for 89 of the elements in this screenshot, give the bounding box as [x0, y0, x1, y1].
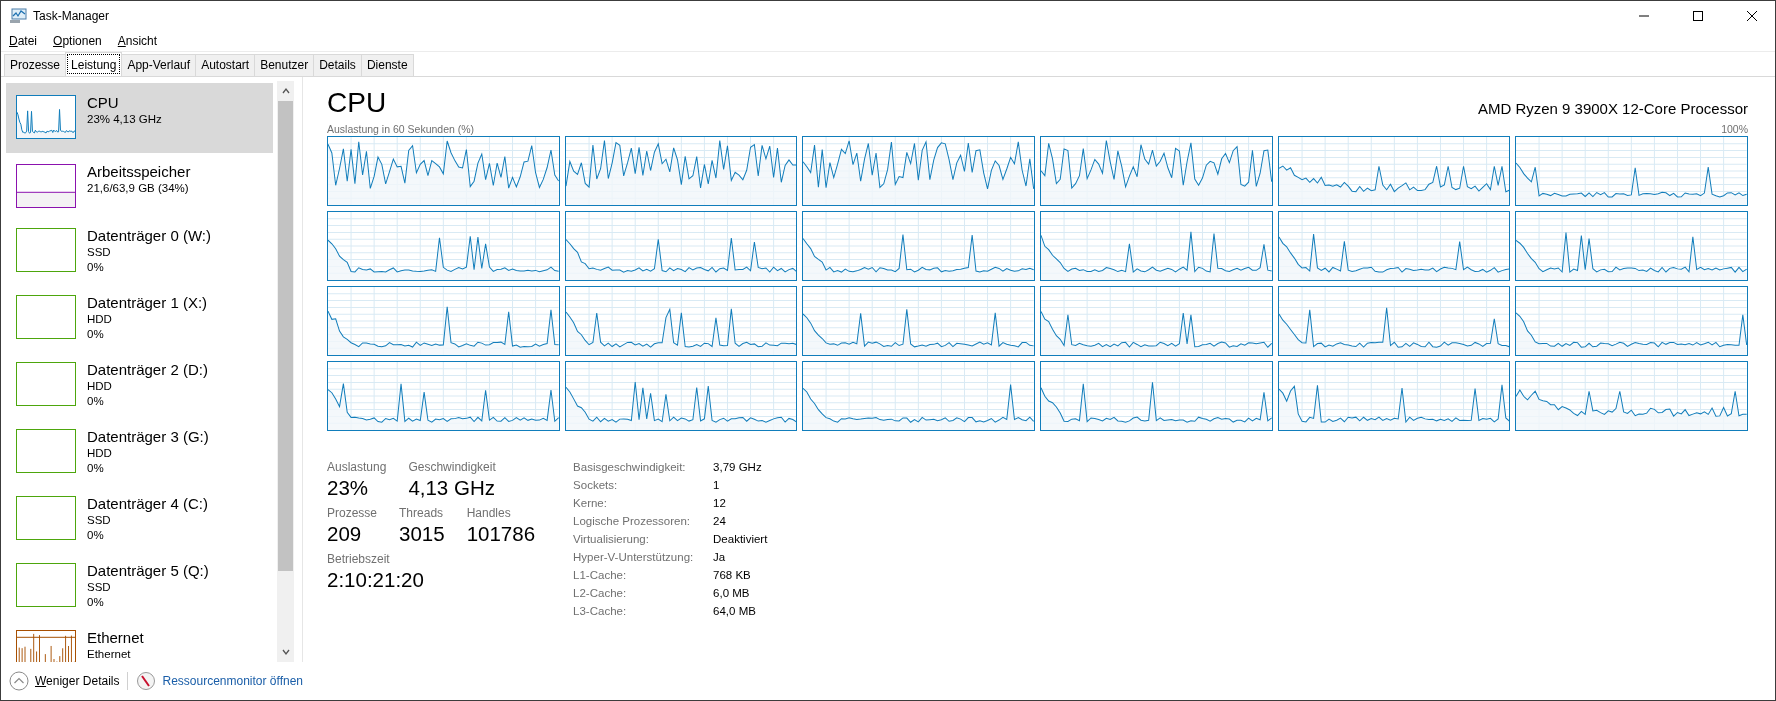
- sidebar-item[interactable]: Datenträger 0 (W:) SSD 0%: [6, 217, 273, 284]
- device-detail: 0%: [87, 260, 105, 275]
- detail-label: L3-Cache:: [573, 604, 628, 619]
- tab[interactable]: Autostart: [195, 54, 256, 76]
- tab[interactable]: Details: [313, 54, 362, 76]
- detail-label: L1-Cache:: [573, 568, 628, 583]
- tab[interactable]: Leistung: [65, 52, 123, 76]
- scrollbar[interactable]: [277, 81, 294, 662]
- device-detail: 0%: [87, 595, 105, 610]
- collapse-icon[interactable]: [9, 671, 29, 691]
- graph-caption: Auslastung in 60 Sekunden (%): [327, 123, 475, 135]
- detail-value: 64,0 MB: [713, 604, 757, 619]
- detail-value: 24: [713, 514, 727, 529]
- device-detail: HDD: [87, 446, 113, 461]
- detail-label: L2-Cache:: [573, 586, 628, 601]
- scroll-up-icon[interactable]: [280, 87, 291, 95]
- detail-value: Ja: [713, 550, 727, 565]
- tab[interactable]: App-Verlauf: [121, 54, 197, 76]
- task-manager-icon: [9, 8, 27, 24]
- stat-value: 23%: [327, 475, 370, 501]
- sidebar-item[interactable]: Datenträger 2 (D:) HDD 0%: [6, 351, 273, 418]
- stat-label: Auslastung: [327, 459, 387, 475]
- device-detail: 0%: [87, 394, 105, 409]
- detail-value: 1: [713, 478, 721, 493]
- sidebar-item[interactable]: Arbeitsspeicher 21,6/63,9 GB (34%): [6, 153, 273, 217]
- detail-value: 3,79 GHz: [713, 460, 763, 475]
- tab[interactable]: Dienste: [360, 54, 414, 76]
- device-detail: 21,6/63,9 GB (34%): [87, 181, 190, 196]
- device-name: Ethernet: [87, 628, 144, 647]
- detail-label: Virtualisierung:: [573, 532, 650, 547]
- stat-label: Handles: [466, 505, 512, 521]
- device-name: Datenträger 4 (C:): [87, 494, 208, 513]
- close-icon[interactable]: [1746, 10, 1758, 22]
- detail-label: Kerne:: [573, 496, 608, 511]
- window-title: Task-Manager: [33, 9, 110, 23]
- sidebar-item[interactable]: Datenträger 5 (Q:) SSD 0%: [6, 552, 273, 619]
- menu-item[interactable]: Ansicht: [117, 34, 158, 48]
- maximize-icon[interactable]: [1692, 10, 1704, 22]
- sidebar-item[interactable]: Datenträger 1 (X:) HDD 0%: [6, 284, 273, 351]
- scrollbar-thumb[interactable]: [278, 101, 293, 571]
- device-detail: SSD: [87, 245, 112, 260]
- device-name: CPU: [87, 93, 120, 112]
- detail-value: 768 KB: [713, 568, 752, 583]
- device-name: Datenträger 0 (W:): [87, 226, 211, 245]
- stat-value: 2:10:21:20: [327, 567, 424, 593]
- menu-item[interactable]: Datei: [9, 34, 38, 48]
- device-detail: 0%: [87, 461, 105, 476]
- stat-label: Prozesse: [327, 505, 378, 521]
- device-name: Datenträger 2 (D:): [87, 360, 208, 379]
- device-detail: SSD: [87, 580, 112, 595]
- scroll-down-icon[interactable]: [280, 648, 291, 656]
- sidebar-item[interactable]: Datenträger 4 (C:) SSD 0%: [6, 485, 273, 552]
- device-name: Arbeitsspeicher: [87, 162, 191, 181]
- device-name: Datenträger 5 (Q:): [87, 561, 209, 580]
- detail-label: Logische Prozessoren:: [573, 514, 692, 529]
- device-detail: 0%: [87, 327, 105, 342]
- stat-label: Betriebszeit: [327, 551, 391, 567]
- menu-item[interactable]: Optionen: [53, 34, 102, 48]
- stat-value: 101786: [466, 521, 536, 547]
- device-detail: 0%: [87, 528, 105, 543]
- device-detail: Ethernet: [87, 647, 132, 662]
- device-name: Datenträger 1 (X:): [87, 293, 208, 312]
- page-heading: CPU: [327, 87, 387, 119]
- device-name: Datenträger 3 (G:): [87, 427, 209, 446]
- device-detail: SSD: [87, 513, 112, 528]
- resource-monitor-link[interactable]: Ressourcenmonitor öffnen: [162, 674, 303, 688]
- detail-label: Sockets:: [573, 478, 619, 493]
- device-detail: 23% 4,13 GHz: [87, 112, 162, 127]
- gauge-icon: [136, 671, 157, 691]
- sidebar-item[interactable]: CPU 23% 4,13 GHz: [6, 83, 273, 153]
- sidebar-item[interactable]: Ethernet Ethernet: [6, 619, 273, 662]
- stat-value: 209: [327, 521, 363, 547]
- detail-value: 6,0 MB: [713, 586, 751, 601]
- tab[interactable]: Benutzer: [254, 54, 315, 76]
- detail-value: Deaktiviert: [713, 532, 768, 547]
- detail-label: Basisgeschwindigkeit:: [573, 460, 687, 475]
- device-detail: HDD: [87, 379, 113, 394]
- fewer-details-link[interactable]: Weniger Details: [35, 674, 120, 688]
- stat-value: 4,13 GHz: [408, 475, 496, 501]
- stat-value: 3015: [399, 521, 445, 547]
- detail-label: Hyper-V-Unterstützung:: [573, 550, 695, 565]
- device-detail: HDD: [87, 312, 113, 327]
- stat-label: Threads: [399, 505, 445, 521]
- sidebar-item[interactable]: Datenträger 3 (G:) HDD 0%: [6, 418, 273, 485]
- tab[interactable]: Prozesse: [4, 54, 67, 76]
- graph-max-label: 100%: [1721, 123, 1748, 135]
- processor-name: AMD Ryzen 9 3900X 12-Core Processor: [1477, 100, 1748, 119]
- stat-label: Geschwindigkeit: [408, 459, 496, 475]
- detail-value: 12: [713, 496, 727, 511]
